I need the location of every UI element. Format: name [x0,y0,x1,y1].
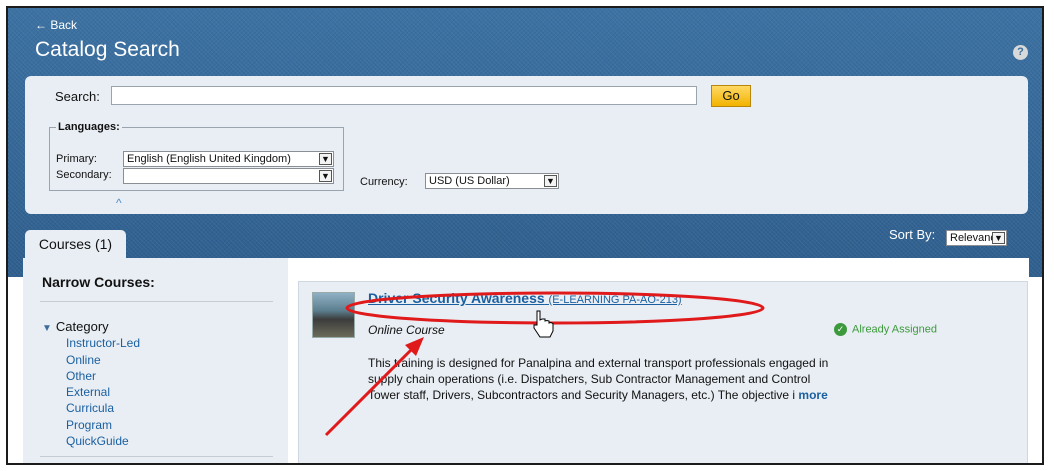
course-card: Driver Security Awareness (E-LEARNING PA… [298,281,1028,463]
primary-language-select[interactable]: English (English United Kingdom) ▼ [123,151,334,167]
search-input[interactable] [111,86,697,105]
secondary-language-select[interactable]: ▼ [123,168,334,184]
sort-by-select[interactable]: Relevance ▼ [946,230,1007,246]
category-item-online[interactable]: Online [66,353,101,367]
category-item-curricula[interactable]: Curricula [66,401,114,415]
category-item-program[interactable]: Program [66,418,112,432]
more-link[interactable]: more [798,388,827,402]
header-band: ← Back Catalog Search ? Search: Go Langu… [8,8,1042,277]
course-code: (E-LEARNING PA-AO-213) [548,294,682,306]
course-thumbnail[interactable] [312,292,355,338]
go-button[interactable]: Go [711,85,751,107]
course-description: This training is designed for Panalpina … [368,355,838,403]
narrow-courses-title: Narrow Courses: [42,274,155,290]
sort-by-label: Sort By: [889,227,936,242]
status-text: Already Assigned [852,323,937,336]
results-panel: Driver Security Awareness (E-LEARNING PA… [288,258,1029,463]
check-circle-icon: ✓ [834,323,847,336]
currency-value: USD (US Dollar) [429,175,510,187]
currency-select[interactable]: USD (US Dollar) ▼ [425,173,559,189]
narrow-courses-panel: Narrow Courses: ▼ Category Instructor-Led… [23,258,281,463]
category-label: Category [55,319,109,334]
course-title-link[interactable]: Driver Security Awareness (E-LEARNING PA… [368,290,682,306]
currency-label: Currency: [360,176,408,188]
triangle-down-icon: ▼ [42,323,52,334]
category-item-external[interactable]: External [66,385,110,399]
course-title: Driver Security Awareness [368,290,545,306]
course-description-text: This training is designed for Panalpina … [368,356,829,402]
languages-fieldset: Languages: Primary: English (English Uni… [49,121,344,191]
status-badge: ✓ Already Assigned [834,323,937,336]
tab-courses[interactable]: Courses (1) [25,230,126,258]
divider [40,456,273,457]
languages-legend: Languages: [56,121,122,133]
content-area: Narrow Courses: ▼ Category Instructor-Led… [23,258,1029,463]
secondary-language-label: Secondary: [56,169,112,181]
chevron-down-icon: ▼ [319,170,332,182]
search-panel: Search: Go Languages: Primary: English (… [25,76,1028,214]
chevron-down-icon: ▼ [544,175,557,187]
page-title: Catalog Search [35,38,180,61]
chevron-down-icon: ▼ [992,232,1005,244]
divider [40,301,273,302]
app-frame: ← Back Catalog Search ? Search: Go Langu… [6,6,1044,465]
search-label: Search: [55,89,100,104]
primary-language-label: Primary: [56,153,97,165]
collapse-icon[interactable]: ^ [116,197,122,209]
category-item-other[interactable]: Other [66,369,96,383]
help-icon[interactable]: ? [1013,45,1028,60]
course-type: Online Course [368,323,445,337]
primary-language-value: English (English United Kingdom) [127,153,291,165]
category-item-quickguide[interactable]: QuickGuide [66,434,129,448]
chevron-down-icon: ▼ [319,153,332,165]
category-item-instructor-led[interactable]: Instructor-Led [66,336,140,350]
back-link[interactable]: ← Back [35,18,77,32]
category-toggle[interactable]: ▼ Category [42,319,109,334]
